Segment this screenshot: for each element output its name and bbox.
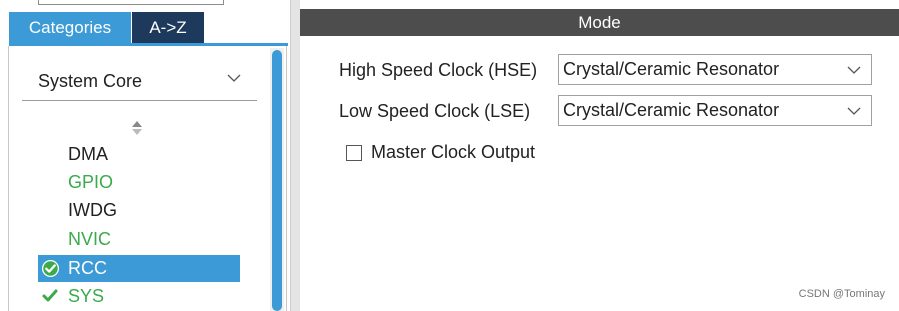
hse-label: High Speed Clock (HSE) bbox=[339, 60, 538, 80]
tab-a-to-z[interactable]: A->Z bbox=[132, 12, 204, 43]
tab-categories[interactable]: Categories bbox=[9, 12, 131, 43]
list-item-iwdg[interactable]: IWDG bbox=[38, 197, 240, 224]
chevron-down-icon bbox=[847, 66, 861, 74]
lse-label: Low Speed Clock (LSE) bbox=[339, 101, 531, 121]
list-item-dma[interactable]: DMA bbox=[38, 141, 240, 168]
list-item-label: RCC bbox=[68, 258, 107, 278]
master-clock-output-checkbox[interactable] bbox=[346, 145, 362, 161]
hse-dropdown-value: Crystal/Ceramic Resonator bbox=[563, 59, 780, 79]
panel-splitter[interactable] bbox=[290, 0, 300, 311]
category-dropdown[interactable]: System Core bbox=[22, 63, 257, 101]
list-item-label: GPIO bbox=[68, 172, 114, 192]
check-circle-icon bbox=[41, 259, 60, 278]
hse-dropdown[interactable]: Crystal/Ceramic Resonator bbox=[558, 54, 872, 85]
master-clock-output-label: Master Clock Output bbox=[371, 142, 536, 162]
list-item-label: DMA bbox=[68, 144, 108, 164]
search-input[interactable] bbox=[38, 0, 224, 5]
list-item-nvic[interactable]: NVIC bbox=[38, 226, 240, 253]
category-dropdown-value: System Core bbox=[38, 71, 143, 91]
scrollbar-thumb[interactable] bbox=[272, 50, 282, 311]
lse-dropdown-value: Crystal/Ceramic Resonator bbox=[563, 100, 780, 120]
list-item-rcc[interactable]: RCC bbox=[38, 255, 240, 282]
sort-icon[interactable] bbox=[130, 118, 144, 138]
lse-dropdown[interactable]: Crystal/Ceramic Resonator bbox=[558, 95, 872, 126]
chevron-down-icon bbox=[227, 74, 241, 82]
list-item-label: NVIC bbox=[68, 229, 112, 249]
list-item-sys[interactable]: SYS bbox=[38, 283, 240, 310]
left-panel: Categories A->Z System Core DMA GPIO IWD… bbox=[0, 0, 290, 311]
list-item-label: IWDG bbox=[68, 200, 117, 220]
list-item-gpio[interactable]: GPIO bbox=[38, 169, 240, 196]
checkmark-icon bbox=[42, 289, 58, 302]
watermark: CSDN @Tominay bbox=[798, 288, 885, 300]
list-item-label: SYS bbox=[68, 286, 105, 306]
mode-header: Mode bbox=[300, 9, 899, 36]
chevron-down-icon bbox=[847, 107, 861, 115]
